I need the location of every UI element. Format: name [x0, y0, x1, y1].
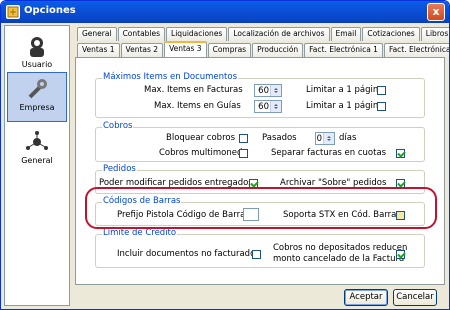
tab-general[interactable]: General	[77, 27, 117, 41]
wrench-icon	[28, 79, 47, 99]
tab-ventas-3[interactable]: Ventas 3	[164, 41, 207, 57]
spinner-arrows-icon[interactable]	[323, 133, 334, 144]
group-limite-credito: Límite de Crédito Incluir documentos no …	[95, 228, 425, 268]
depositados-checkbox[interactable]	[396, 250, 405, 259]
window-title: Opciones	[24, 5, 76, 16]
user-icon	[30, 37, 44, 57]
bloquear-label: Bloquear cobros	[166, 133, 236, 143]
tab-compras[interactable]: Compras	[207, 43, 252, 57]
tab-contables[interactable]: Contables	[117, 27, 166, 41]
guias-label: Max. Items en Guías	[154, 101, 241, 111]
options-window: Opciones x Usuario Empresa General Gener…	[0, 0, 450, 310]
depositados-label-1: Cobros no depositados reducen	[273, 243, 408, 253]
tab-fact-electronica-1[interactable]: Fact. Electrónica 1	[304, 43, 383, 57]
tab-libros[interactable]: Libros	[420, 27, 449, 41]
group-maximos: Máximos Items en Documentos Max. Items e…	[95, 72, 425, 118]
multimoneda-label: Cobros multimoneda	[159, 148, 248, 158]
window-icon	[6, 5, 20, 19]
highlight-annotation	[85, 187, 437, 229]
close-button[interactable]: x	[427, 3, 445, 21]
sidebar-item-label: General	[21, 156, 53, 165]
tab-ventas-2[interactable]: Ventas 2	[120, 43, 164, 57]
group-title: Cobros	[102, 121, 134, 131]
guias-spinner[interactable]: 60	[254, 100, 282, 113]
facturas-label: Max. Items en Facturas	[144, 85, 243, 95]
multimoneda-checkbox[interactable]	[239, 149, 248, 158]
sidebar-item-empresa[interactable]: Empresa	[7, 72, 67, 122]
cancel-button[interactable]: Cancelar	[393, 289, 437, 306]
sidebar: Usuario Empresa General	[4, 25, 70, 306]
tab-row-1: General Contables Liquidaciones Localiza…	[77, 27, 449, 41]
pasados-label: Pasados	[262, 133, 297, 143]
limitar-label-1: Limitar a 1 página	[306, 85, 384, 95]
tab-row-2: Ventas 1 Ventas 2 Ventas 3 Compras Produ…	[77, 41, 449, 57]
bloquear-checkbox[interactable]	[239, 134, 248, 143]
group-title: Límite de Crédito	[102, 228, 178, 238]
sidebar-item-general[interactable]: General	[7, 126, 67, 176]
group-cobros: Cobros Bloquear cobros Pasados 0 días Co…	[95, 121, 425, 162]
incluir-checkbox[interactable]	[252, 250, 261, 259]
depositados-label-2: monto cancelado de la Factura	[273, 254, 405, 264]
accept-button[interactable]: Aceptar	[344, 289, 388, 306]
sidebar-item-label: Empresa	[19, 103, 55, 112]
tab-email[interactable]: Email	[330, 27, 362, 41]
tab-panel-ventas-3: Máximos Items en Documentos Max. Items e…	[75, 57, 445, 285]
tab-cotizaciones[interactable]: Cotizaciones	[362, 27, 420, 41]
separar-label: Separar facturas en cuotas	[271, 148, 387, 158]
spinner-arrows-icon[interactable]	[270, 101, 281, 112]
tab-produccion[interactable]: Producción	[252, 43, 304, 57]
facturas-spinner[interactable]: 60	[254, 84, 282, 97]
separar-checkbox[interactable]	[396, 149, 405, 158]
tab-fact-electronica-2[interactable]: Fact. Electrónica 2	[383, 43, 449, 57]
title-bar: Opciones x	[1, 1, 449, 23]
tab-localizacion[interactable]: Localización de archivos	[228, 27, 330, 41]
incluir-label: Incluir documentos no facturados	[117, 249, 260, 259]
tab-ventas-1[interactable]: Ventas 1	[77, 43, 120, 57]
limitar-checkbox-2[interactable]	[377, 102, 386, 111]
pasados-spinner[interactable]: 0	[315, 132, 335, 145]
limitar-checkbox-1[interactable]	[377, 86, 386, 95]
tab-area: General Contables Liquidaciones Localiza…	[75, 27, 449, 285]
group-title: Pedidos	[102, 164, 137, 174]
limitar-label-2: Limitar a 1 página	[306, 101, 384, 111]
spinner-arrows-icon[interactable]	[270, 85, 281, 96]
group-title: Máximos Items en Documentos	[102, 72, 239, 82]
sidebar-item-label: Usuario	[21, 60, 53, 69]
network-icon	[26, 131, 48, 150]
tab-liquidaciones[interactable]: Liquidaciones	[166, 27, 228, 41]
dias-label: días	[339, 133, 357, 143]
